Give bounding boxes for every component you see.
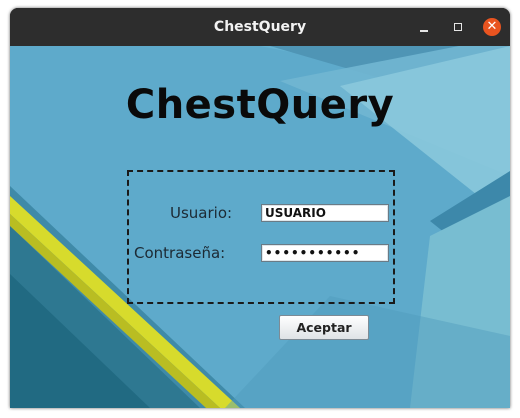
title-bar[interactable]: ChestQuery ✕ <box>10 8 510 46</box>
password-input[interactable]: ••••••••••• <box>261 244 389 262</box>
login-form-box <box>127 170 395 304</box>
username-input[interactable]: USUARIO <box>261 204 389 222</box>
login-panel: ChestQuery Usuario: USUARIO Contraseña: … <box>10 46 510 408</box>
username-label: Usuario: <box>170 204 233 222</box>
window-title: ChestQuery <box>213 19 307 35</box>
close-icon[interactable]: ✕ <box>483 18 501 36</box>
app-logo: ChestQuery <box>125 82 395 128</box>
app-window: ChestQuery ✕ ChestQuery Usuario: USUARIO… <box>10 8 510 408</box>
accept-button[interactable]: Aceptar <box>279 315 369 340</box>
password-label: Contraseña: <box>134 244 226 262</box>
maximize-icon[interactable] <box>449 18 467 36</box>
minimize-icon[interactable] <box>415 18 433 36</box>
